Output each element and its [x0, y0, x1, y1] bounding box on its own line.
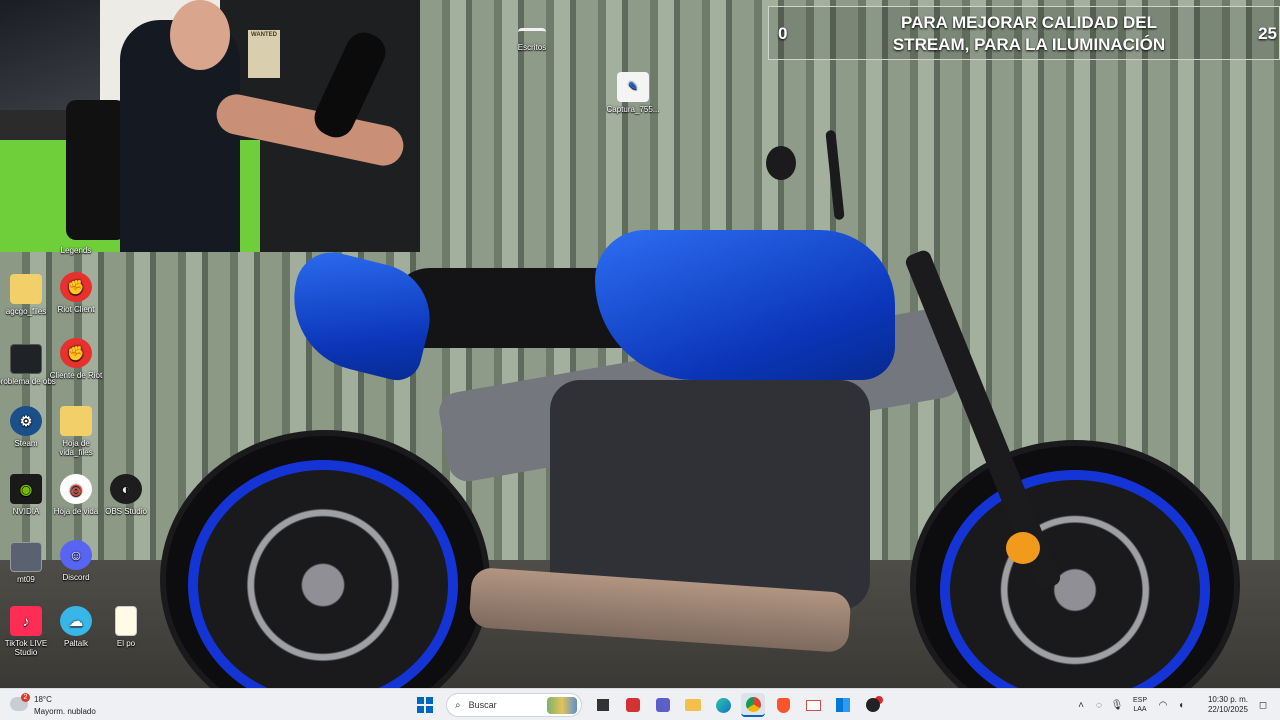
lang-line2: LAA [1133, 706, 1147, 713]
video-file-icon [10, 344, 42, 374]
weather-temp: 18°C [34, 695, 52, 704]
clock-date: 22/10/2025 [1207, 705, 1248, 714]
desktop-icon-label: Hoja de vida_files [59, 439, 93, 457]
poster-text: WANTED [251, 32, 277, 38]
volume-icon[interactable]: ◖ [1172, 700, 1190, 711]
taskbar-teams[interactable] [651, 693, 675, 717]
desktop: WANTED 0 PARA MEJORAR CALIDAD DEL STREAM… [0, 0, 1280, 688]
mirror-stem [825, 129, 845, 221]
goal-text: PARA MEJORAR CALIDAD DEL STREAM, PARA LA… [869, 12, 1189, 56]
riot-icon: ✊ [60, 272, 92, 302]
notification-badge: 2 [21, 693, 30, 702]
clock-time: 10:30 p. m. [1207, 695, 1248, 704]
steam-icon: ⚙ [10, 406, 42, 436]
shortcut-icon [518, 28, 546, 40]
desktop-icon-label: Cliente de Riot [49, 371, 103, 380]
microphone-icon[interactable]: 🎙︎ [1108, 700, 1126, 711]
front-turn-signal [1006, 532, 1040, 564]
brave-icon [776, 697, 790, 713]
edge-icon [715, 697, 731, 713]
app-dark-icon [866, 698, 880, 712]
desktop-icon-label: El po [116, 639, 136, 648]
desktop-icon-cliente-riot[interactable]: ✊ Cliente de Riot [46, 338, 106, 380]
image-file-icon: ✎ [617, 72, 649, 102]
lang-line1: ESP [1132, 697, 1147, 704]
weather-desc: Mayorm. nublado [34, 707, 96, 716]
search-icon: ⌕ [455, 699, 461, 711]
desktop-icon-el-po[interactable]: El po [96, 606, 156, 648]
search-placeholder: Buscar [468, 700, 497, 710]
webcam-chair [66, 100, 126, 240]
paltalk-icon: ☁ [60, 606, 92, 636]
desktop-icon-riot-client[interactable]: ✊ Riot Client [46, 272, 106, 314]
taskbar-search[interactable]: ⌕ Buscar [446, 693, 582, 717]
mail-icon [805, 699, 821, 711]
rear-panel [278, 244, 442, 386]
folder-icon [60, 406, 92, 436]
taskbar-store[interactable] [831, 693, 855, 717]
taskbar-brave[interactable] [771, 693, 795, 717]
teams-icon [656, 698, 670, 712]
notification-bell-icon[interactable]: ◻ [1254, 700, 1272, 711]
desktop-icon-label: Riot Client [57, 305, 95, 314]
desktop-icon-label: OBS Studio [105, 507, 147, 516]
image-file-icon [10, 542, 42, 572]
wifi-icon[interactable]: ◠ [1154, 700, 1172, 711]
folder-icon [685, 699, 701, 711]
goal-target: 25 [1258, 24, 1277, 43]
desktop-icon-label: Escritos [517, 43, 547, 52]
system-tray: ˄ ◌ 🎙︎ ESP LAA ◠ ◖ 10:30 p. m. 22/10/202… [1072, 693, 1272, 717]
taskbar: 2 18°C Mayorm. nublado ⌕ Buscar ˄ ◌ 🎙︎ E… [0, 688, 1280, 720]
desktop-icon-legends[interactable]: Legends [46, 246, 106, 258]
fuel-tank [595, 230, 895, 380]
taskbar-mail[interactable] [801, 693, 825, 717]
taskbar-apps: ⌕ Buscar [410, 693, 888, 717]
webcam-overlay: WANTED [0, 0, 420, 252]
obs-icon: ◐ [110, 474, 142, 504]
start-button[interactable] [413, 693, 437, 717]
nvidia-icon: ◉ [10, 474, 42, 504]
goal-current: 0 [778, 24, 788, 43]
taskbar-file-explorer[interactable] [681, 693, 705, 717]
chevron-up-icon[interactable]: ˄ [1072, 700, 1090, 711]
weather-widget[interactable]: 2 18°C Mayorm. nublado [10, 693, 120, 717]
desktop-icon-label: Legends [60, 246, 92, 255]
desktop-icon-label: Captura_755... [606, 105, 660, 114]
clock[interactable]: 10:30 p. m. 22/10/2025 [1190, 695, 1248, 715]
document-icon [115, 606, 137, 636]
mirror [766, 146, 796, 180]
desktop-icon-escritos[interactable]: Escritos [502, 28, 562, 52]
search-highlight-image [547, 697, 577, 714]
taskbar-app-dark[interactable] [861, 693, 885, 717]
store-icon [836, 698, 850, 712]
desktop-icon-captura[interactable]: ✎ Captura_755... [603, 72, 663, 114]
windows-icon [417, 697, 433, 713]
goal-text-line2: STREAM, PARA LA ILUMINACIÓN [892, 35, 1166, 54]
desktop-icon-hoja-vida-files[interactable]: Hoja de vida_files [46, 406, 106, 457]
riot-icon: ✊ [60, 338, 92, 368]
webcam-head [170, 0, 230, 70]
webcam-window [0, 0, 100, 110]
task-view-button[interactable] [591, 693, 615, 717]
network-app-icon[interactable]: ◌ [1090, 700, 1108, 711]
webcam-poster: WANTED [248, 30, 280, 78]
goal-text-line1: PARA MEJORAR CALIDAD DEL [901, 13, 1157, 32]
chrome-icon [745, 696, 761, 712]
discord-icon: ☺ [60, 540, 92, 570]
folder-icon [10, 274, 42, 304]
app-red-icon [626, 698, 640, 712]
tiktok-icon: ♪ [10, 606, 42, 636]
desktop-icon-label: Discord [62, 573, 90, 582]
desktop-icon-obs[interactable]: ◐ OBS Studio [96, 474, 156, 516]
chrome-doc-icon: ◎ [60, 474, 92, 504]
taskbar-chrome[interactable] [741, 693, 765, 717]
task-view-icon [597, 699, 609, 711]
stream-goal-banner: 0 PARA MEJORAR CALIDAD DEL STREAM, PARA … [768, 6, 1280, 60]
language-indicator[interactable]: ESP LAA [1126, 696, 1154, 714]
taskbar-edge[interactable] [711, 693, 735, 717]
taskbar-app-red[interactable] [621, 693, 645, 717]
desktop-icon-discord[interactable]: ☺ Discord [46, 540, 106, 582]
